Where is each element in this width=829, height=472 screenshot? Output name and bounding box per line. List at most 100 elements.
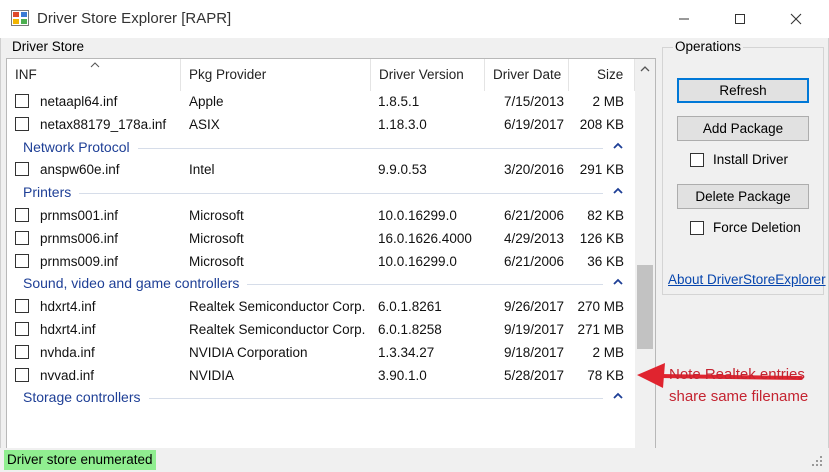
collapse-group-icon[interactable] bbox=[611, 389, 625, 403]
cell-provider: Microsoft bbox=[189, 208, 244, 223]
table-row[interactable]: netax88179_178a.inf ASIX 1.18.3.0 6/19/2017… bbox=[7, 114, 635, 136]
cell-provider: NVIDIA Corporation bbox=[189, 345, 308, 360]
cell-date: 9/18/2017 bbox=[503, 345, 564, 360]
group-header-label: Storage controllers bbox=[23, 389, 147, 405]
maximize-button[interactable] bbox=[712, 0, 768, 38]
table-row[interactable]: nvhda.inf NVIDIA Corporation 1.3.34.27 9/18… bbox=[7, 342, 635, 364]
table-row[interactable]: anspw60e.inf Intel 9.9.0.53 3/20/2016 291 KB bbox=[7, 159, 635, 181]
resize-grip-icon[interactable] bbox=[810, 454, 824, 468]
table-row[interactable]: prnms001.inf Microsoft 10.0.16299.0 6/21/20… bbox=[7, 205, 635, 227]
cell-inf: nvhda.inf bbox=[40, 345, 95, 360]
cell-version: 1.18.3.0 bbox=[378, 117, 427, 132]
cell-inf: prnms009.inf bbox=[40, 254, 119, 269]
column-header-date-label: Driver Date bbox=[493, 67, 562, 82]
vertical-scrollbar[interactable] bbox=[635, 59, 655, 467]
cell-version: 6.0.1.8261 bbox=[378, 299, 442, 314]
row-checkbox[interactable] bbox=[15, 368, 29, 382]
column-header-provider[interactable]: Pkg Provider bbox=[181, 59, 371, 91]
scroll-up-button[interactable] bbox=[635, 59, 655, 79]
collapse-group-icon[interactable] bbox=[611, 275, 625, 289]
table-row[interactable]: prnms006.inf Microsoft 16.0.1626.4000 4/29/… bbox=[7, 228, 635, 250]
cell-inf: prnms006.inf bbox=[40, 231, 119, 246]
cell-size: 126 KB bbox=[579, 231, 624, 246]
window-body: Driver Store INF Pkg Provider Driver Ver… bbox=[0, 38, 829, 472]
list-header: INF Pkg Provider Driver Version Driver D… bbox=[7, 59, 635, 91]
row-checkbox[interactable] bbox=[15, 208, 29, 222]
refresh-button[interactable]: Refresh bbox=[677, 78, 809, 103]
cell-version: 10.0.16299.0 bbox=[378, 208, 457, 223]
about-link[interactable]: About DriverStoreExplorer bbox=[668, 272, 826, 287]
row-checkbox[interactable] bbox=[15, 299, 29, 313]
maximize-icon bbox=[735, 14, 745, 24]
add-package-button[interactable]: Add Package bbox=[677, 116, 809, 141]
close-button[interactable] bbox=[768, 0, 824, 38]
cell-date: 4/29/2013 bbox=[503, 231, 564, 246]
collapse-group-icon[interactable] bbox=[611, 139, 625, 153]
table-row[interactable]: prnms009.inf Microsoft 10.0.16299.0 6/21/20… bbox=[7, 251, 635, 273]
operations-group-label: Operations bbox=[673, 39, 744, 54]
cell-inf: nvvad.inf bbox=[40, 368, 95, 383]
force-deletion-checkbox[interactable]: Force Deletion bbox=[690, 220, 801, 235]
collapse-group-icon[interactable] bbox=[611, 184, 625, 198]
group-header[interactable]: Sound, video and game controllers bbox=[7, 273, 635, 295]
install-driver-checkbox[interactable]: Install Driver bbox=[690, 152, 788, 167]
cell-size: 271 MB bbox=[577, 322, 624, 337]
minimize-button[interactable] bbox=[656, 0, 712, 38]
cell-date: 5/28/2017 bbox=[503, 368, 564, 383]
group-header-divider bbox=[247, 284, 603, 285]
sort-ascending-icon bbox=[90, 60, 100, 71]
status-text: Driver store enumerated bbox=[4, 450, 156, 470]
title-bar: Driver Store Explorer [RAPR] bbox=[0, 0, 829, 38]
install-driver-checkbox-box[interactable] bbox=[690, 152, 704, 167]
group-header-divider bbox=[138, 148, 603, 149]
group-header-label: Sound, video and game controllers bbox=[23, 275, 246, 291]
column-header-date[interactable]: Driver Date bbox=[485, 59, 569, 91]
cell-inf: netaapl64.inf bbox=[40, 94, 118, 109]
cell-date: 3/20/2016 bbox=[503, 162, 564, 177]
list-rows: netaapl64.inf Apple 1.8.5.1 7/15/2013 2 MB ne… bbox=[7, 91, 635, 467]
group-header-label: Network Protocol bbox=[23, 139, 136, 155]
group-header[interactable]: Network Protocol bbox=[7, 137, 635, 159]
row-checkbox[interactable] bbox=[15, 345, 29, 359]
cell-version: 10.0.16299.0 bbox=[378, 254, 457, 269]
cell-size: 208 KB bbox=[579, 117, 624, 132]
group-header[interactable]: Storage controllers bbox=[7, 387, 635, 409]
table-row[interactable]: nvvad.inf NVIDIA 3.90.1.0 5/28/2017 78 KB bbox=[7, 365, 635, 387]
force-deletion-label: Force Deletion bbox=[713, 220, 801, 235]
row-checkbox[interactable] bbox=[15, 117, 29, 131]
row-checkbox[interactable] bbox=[15, 231, 29, 245]
cell-version: 6.0.1.8258 bbox=[378, 322, 442, 337]
cell-inf: prnms001.inf bbox=[40, 208, 119, 223]
cell-date: 6/19/2017 bbox=[503, 117, 564, 132]
install-driver-label: Install Driver bbox=[713, 152, 789, 167]
group-header-label: Printers bbox=[23, 184, 78, 200]
cell-provider: NVIDIA bbox=[189, 368, 235, 383]
cell-size: 291 KB bbox=[579, 162, 624, 177]
column-header-version[interactable]: Driver Version bbox=[371, 59, 485, 91]
group-header[interactable]: Printers bbox=[7, 182, 635, 204]
scrollbar-thumb[interactable] bbox=[637, 265, 653, 349]
cell-size: 78 KB bbox=[587, 368, 624, 383]
force-deletion-checkbox-box[interactable] bbox=[690, 220, 704, 235]
window-title: Driver Store Explorer [RAPR] bbox=[37, 10, 232, 27]
annotation-note: Note Realtek entries share same filename bbox=[669, 366, 809, 405]
driver-list-view[interactable]: INF Pkg Provider Driver Version Driver D… bbox=[6, 58, 656, 468]
cell-version: 9.9.0.53 bbox=[378, 162, 427, 177]
table-row[interactable]: hdxrt4.inf Realtek Semiconductor Corp. 6.0… bbox=[7, 319, 635, 341]
row-checkbox[interactable] bbox=[15, 162, 29, 176]
cell-provider: Microsoft bbox=[189, 231, 244, 246]
cell-date: 6/21/2006 bbox=[503, 208, 564, 223]
row-checkbox[interactable] bbox=[15, 254, 29, 268]
delete-package-button[interactable]: Delete Package bbox=[677, 184, 809, 209]
status-bar: Driver store enumerated bbox=[0, 448, 829, 472]
minimize-icon bbox=[679, 18, 689, 20]
table-row[interactable]: netaapl64.inf Apple 1.8.5.1 7/15/2013 2 MB bbox=[7, 91, 635, 113]
driver-store-group-label: Driver Store bbox=[10, 39, 87, 54]
table-row[interactable]: hdxrt4.inf Realtek Semiconductor Corp. 6.0… bbox=[7, 296, 635, 318]
column-header-size[interactable]: Size bbox=[569, 59, 635, 91]
row-checkbox[interactable] bbox=[15, 94, 29, 108]
row-checkbox[interactable] bbox=[15, 322, 29, 336]
cell-version: 3.90.1.0 bbox=[378, 368, 427, 383]
cell-inf: anspw60e.inf bbox=[40, 162, 120, 177]
app-icon bbox=[11, 10, 29, 26]
